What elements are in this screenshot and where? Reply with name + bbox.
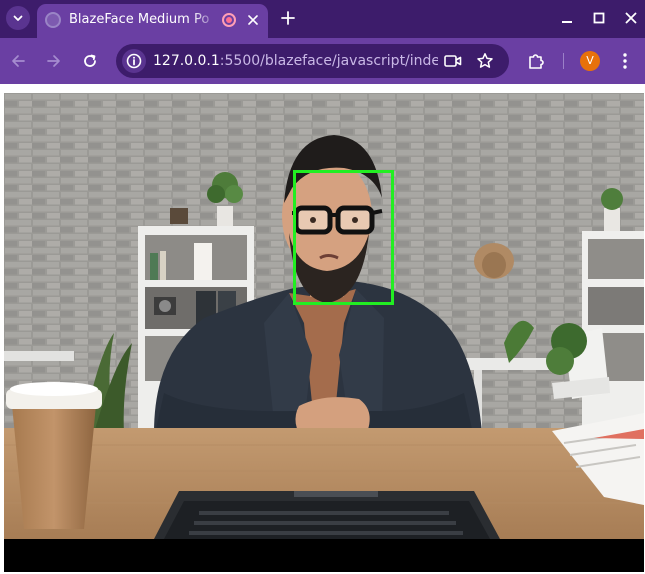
tab-title: BlazeFace Medium Po — [69, 12, 210, 27]
bookmark-button[interactable] — [475, 51, 495, 71]
minimize-button[interactable] — [555, 6, 579, 30]
url-path: :5500/blazeface/javascript/index.... — [219, 53, 438, 69]
toolbar-divider — [563, 53, 564, 69]
address-bar[interactable]: 127.0.0.1:5500/blazeface/javascript/inde… — [116, 44, 509, 78]
active-tab[interactable]: BlazeFace Medium Po — [37, 4, 268, 38]
forward-button[interactable] — [42, 49, 66, 73]
face-detection-box — [293, 170, 394, 305]
chevron-down-icon — [13, 15, 23, 21]
back-button[interactable] — [6, 49, 30, 73]
tab-strip: BlazeFace Medium Po — [0, 0, 645, 38]
reload-icon — [84, 54, 96, 67]
close-icon — [248, 15, 258, 25]
site-info-button[interactable] — [122, 49, 146, 73]
globe-icon — [45, 12, 61, 28]
maximize-icon — [593, 12, 605, 24]
url-text[interactable]: 127.0.0.1:5500/blazeface/javascript/inde… — [153, 51, 438, 71]
webcam-frame-image — [4, 93, 644, 539]
canvas-letterbox — [4, 539, 644, 572]
browser-menu-button[interactable] — [613, 49, 637, 73]
profile-avatar-button[interactable]: V — [580, 51, 600, 71]
new-tab-button[interactable] — [276, 6, 300, 30]
reload-button[interactable] — [78, 49, 102, 73]
kebab-menu-icon — [623, 53, 627, 69]
minimize-icon — [562, 21, 572, 23]
puzzle-icon — [529, 54, 544, 69]
arrow-right-icon — [47, 55, 60, 67]
web-page — [0, 84, 645, 574]
tab-close-button[interactable] — [244, 11, 262, 29]
browser-toolbar: 127.0.0.1:5500/blazeface/javascript/inde… — [0, 38, 645, 84]
tab-search-button[interactable] — [6, 6, 30, 30]
arrow-left-icon — [12, 55, 25, 67]
url-host: 127.0.0.1 — [153, 53, 220, 69]
close-window-button[interactable] — [619, 6, 643, 30]
recording-dot-icon — [222, 13, 236, 27]
maximize-button[interactable] — [587, 6, 611, 30]
camera-in-use-button[interactable] — [443, 51, 463, 71]
star-icon — [477, 53, 493, 68]
info-icon — [126, 53, 142, 69]
close-icon — [625, 12, 637, 24]
video-camera-icon — [444, 55, 462, 67]
plus-icon — [281, 11, 295, 25]
extensions-button[interactable] — [524, 49, 548, 73]
detection-output-canvas — [4, 93, 644, 572]
